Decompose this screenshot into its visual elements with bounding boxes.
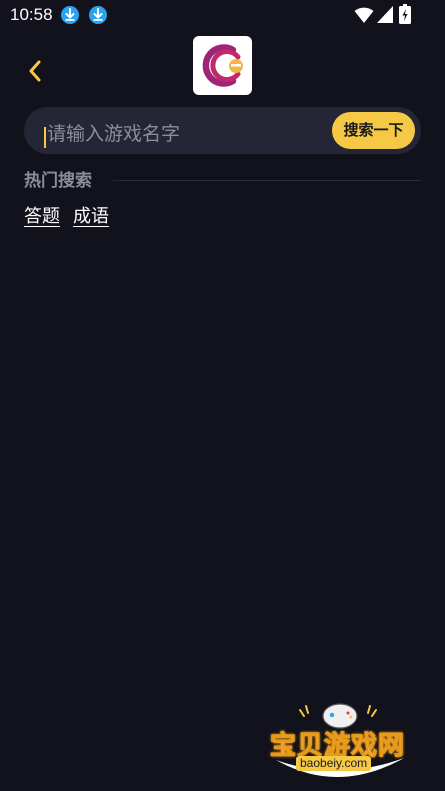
app-logo — [193, 36, 252, 95]
wifi-icon — [354, 7, 374, 24]
hot-search-title: 热门搜索 — [24, 171, 92, 191]
hot-search-tags: 答题 成语 — [24, 205, 109, 229]
download-notification-icon — [89, 6, 107, 24]
divider — [113, 180, 421, 181]
search-button[interactable]: 搜索一下 — [332, 112, 415, 149]
app-logo-icon — [202, 44, 243, 87]
download-notification-icon — [61, 6, 79, 24]
back-button[interactable] — [20, 56, 50, 86]
hot-search-tag[interactable]: 成语 — [73, 205, 109, 229]
cell-signal-icon — [377, 6, 393, 23]
search-screen: 10:58 请输入游戏名字 搜索一下 热门搜索 答题 成语 宝贝游戏网 baob… — [0, 0, 445, 791]
status-bar: 10:58 — [0, 0, 445, 30]
text-cursor — [44, 127, 46, 148]
search-input[interactable] — [47, 119, 317, 149]
hot-search-tag[interactable]: 答题 — [24, 205, 60, 229]
watermark: 宝贝游戏网 baobeiy.com — [268, 700, 416, 788]
status-time: 10:58 — [10, 5, 53, 24]
watermark-url: baobeiy.com — [296, 756, 372, 771]
battery-charging-icon — [399, 4, 411, 24]
chevron-left-icon — [29, 60, 41, 82]
